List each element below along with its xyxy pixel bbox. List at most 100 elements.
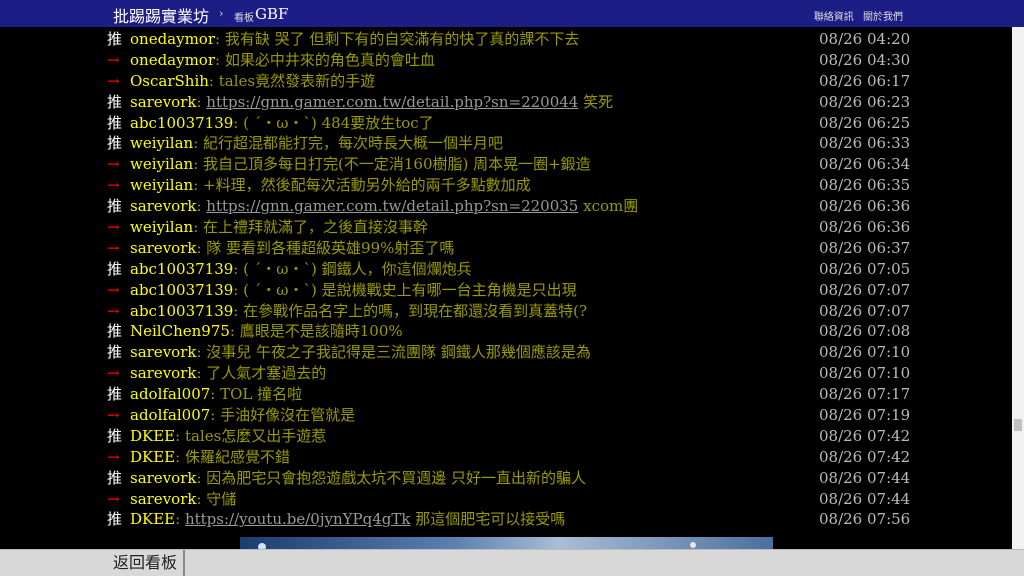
bottom-bar: 返回看板	[0, 549, 1024, 576]
push-tag-good: 推	[107, 197, 123, 216]
push-body: sarevork: 因為肥宅只會抱怨遊戲太坑不買週邊 只好一直出新的騙人	[130, 468, 586, 489]
push-timestamp: 08/26 06:25	[819, 113, 911, 132]
push-list: 推 onedaymor: 我有缺 哭了 但剩下有的自突滿有的快了真的課不下去 08/…	[0, 29, 1010, 530]
push-tag-arrow: →	[107, 71, 120, 90]
push-timestamp: 08/26 06:33	[819, 134, 911, 153]
push-body: sarevork: 了人氣才塞過去的	[130, 363, 326, 384]
push-row: 推 weiyilan: 紀行超混都能打完，每次時長大概一個半月吧 08/26 06:…	[0, 133, 1010, 154]
push-content: : tales竟然發表新的手遊	[209, 72, 375, 90]
push-user-id: DKEE	[130, 510, 176, 529]
push-row: → weiyilan: +料理，然後配每次活動另外給的兩千多點數加成 08/26 0…	[0, 175, 1010, 196]
contact-link[interactable]: 聯絡資訊	[814, 12, 854, 23]
push-body: sarevork: 隊 要看到各種超級英雄99%射歪了嗎	[130, 238, 454, 259]
push-tag-arrow: →	[107, 280, 120, 299]
push-text: : tales竟然發表新的手遊	[208, 71, 376, 90]
scrollbar-thumb[interactable]	[1014, 419, 1022, 431]
push-row: → weiyilan: 在上禮拜就滿了，之後直接沒事幹 08/26 06:36	[0, 217, 1010, 238]
push-content: : https://gnn.gamer.com.tw/detail.php?sn…	[196, 197, 638, 215]
push-timestamp: 08/26 06:36	[819, 197, 911, 216]
push-content: : https://youtu.be/0jynYPq4gTk 那這個肥宅可以接受…	[175, 510, 565, 528]
push-tag-arrow: →	[107, 447, 120, 466]
push-text: : 侏羅紀感覺不錯	[175, 447, 290, 466]
push-tag-good: 推	[107, 426, 123, 445]
scrollbar[interactable]	[1012, 27, 1024, 549]
push-row: 推 sarevork: 因為肥宅只會抱怨遊戲太坑不買週邊 只好一直出新的騙人 08/…	[0, 468, 1010, 489]
push-body: OscarShih: tales竟然發表新的手遊	[130, 71, 375, 92]
push-content: : TOL 撞名啦	[210, 385, 302, 403]
push-user-id: weiyilan	[130, 155, 194, 174]
push-body: sarevork: 沒事兒 午夜之子我記得是三流團隊 鋼鐵人那幾個應該是為	[130, 342, 591, 363]
push-text: : 了人氣才塞過去的	[196, 364, 327, 383]
push-row: → sarevork: 隊 要看到各種超級英雄99%射歪了嗎 08/26 06:37	[0, 238, 1010, 259]
push-tag-good: 推	[107, 468, 123, 487]
push-timestamp: 08/26 07:42	[819, 447, 911, 466]
board-label: 看板	[234, 13, 254, 24]
push-tag-good: 推	[107, 385, 123, 404]
push-content: : 守儲	[196, 490, 236, 508]
push-content: : 如果必中井來的角色真的會吐血	[215, 51, 435, 69]
push-user-id: weiyilan	[130, 134, 194, 153]
push-user-id: OscarShih	[130, 71, 209, 90]
push-row: → abc10037139: ( ˊ・ω・ˋ) 是說機戰史上有哪一台主角機是只出現…	[0, 280, 1010, 301]
push-body: abc10037139: 在參戰作品名字上的嗎，到現在都還沒看到真蓋特(?	[130, 301, 587, 322]
breadcrumb-separator: ›	[219, 7, 224, 20]
push-text: : 紀行超混都能打完，每次時長大概一個半月吧	[193, 134, 504, 153]
push-row: 推 sarevork: https://gnn.gamer.com.tw/deta…	[0, 92, 1010, 113]
push-user-id: sarevork	[130, 468, 197, 487]
push-text-after-link: 笑死	[578, 92, 614, 111]
push-text: : ( ˊ・ω・ˋ) 是說機戰史上有哪一台主角機是只出現	[233, 280, 577, 299]
push-tag-arrow: →	[107, 176, 120, 195]
push-body: sarevork: 守儲	[130, 489, 236, 510]
push-link[interactable]: https://gnn.gamer.com.tw/detail.php?sn=2…	[206, 93, 578, 111]
push-timestamp: 08/26 06:34	[819, 155, 911, 174]
push-link[interactable]: https://gnn.gamer.com.tw/detail.php?sn=2…	[206, 197, 578, 215]
push-user-id: DKEE	[130, 426, 176, 445]
push-timestamp: 08/26 07:42	[819, 426, 911, 445]
push-text: : 隊 要看到各種超級英雄99%射歪了嗎	[196, 238, 455, 257]
push-row: → DKEE: 侏羅紀感覺不錯 08/26 07:42	[0, 447, 1010, 468]
push-content: : ( ˊ・ω・ˋ) 是說機戰史上有哪一台主角機是只出現	[233, 281, 576, 299]
push-user-id: weiyilan	[130, 176, 194, 195]
push-content: : 在參戰作品名字上的嗎，到現在都還沒看到真蓋特(?	[233, 302, 587, 320]
push-text: : 手油好像沒在管就是	[210, 406, 356, 425]
push-text: : 守儲	[196, 489, 237, 508]
site-title-link[interactable]: 批踢踢實業坊	[113, 3, 209, 27]
push-text: : 鷹眼是不是該隨時100%	[229, 322, 403, 341]
push-link[interactable]: https://youtu.be/0jynYPq4gTk	[185, 510, 411, 528]
push-content: : 因為肥宅只會抱怨遊戲太坑不買週邊 只好一直出新的騙人	[196, 469, 586, 487]
push-text: : 在參戰作品名字上的嗎，到現在都還沒看到真蓋特(?	[233, 301, 588, 320]
top-bar: 批踢踢實業坊 › 看板 GBF 聯絡資訊 關於我們	[0, 0, 1024, 27]
push-row: → adolfal007: 手油好像沒在管就是 08/26 07:19	[0, 405, 1010, 426]
push-text: : ( ˊ・ω・ˋ) 鋼鐵人，你這個爛炮兵	[233, 259, 472, 278]
push-timestamp: 08/26 07:56	[819, 510, 911, 529]
push-timestamp: 08/26 06:17	[819, 71, 911, 90]
push-user-id: weiyilan	[130, 218, 194, 237]
push-user-id: adolfal007	[130, 385, 211, 404]
header-links: 聯絡資訊 關於我們	[808, 8, 903, 23]
push-tag-arrow: →	[107, 489, 120, 508]
push-content: : 沒事兒 午夜之子我記得是三流團隊 鋼鐵人那幾個應該是為	[196, 343, 590, 361]
push-row: 推 adolfal007: TOL 撞名啦 08/26 07:17	[0, 384, 1010, 405]
push-timestamp: 08/26 06:35	[819, 176, 911, 195]
push-body: sarevork: https://gnn.gamer.com.tw/detai…	[130, 92, 613, 113]
push-text: : 沒事兒 午夜之子我記得是三流團隊 鋼鐵人那幾個應該是為	[196, 343, 591, 362]
push-body: DKEE: 侏羅紀感覺不錯	[130, 447, 290, 468]
push-content: : 手油好像沒在管就是	[210, 406, 355, 424]
push-tag-arrow: →	[107, 218, 120, 237]
push-content: : 侏羅紀感覺不錯	[175, 448, 290, 466]
back-to-board-button[interactable]: 返回看板	[107, 550, 185, 576]
push-user-id: sarevork	[130, 489, 197, 508]
about-link[interactable]: 關於我們	[863, 12, 903, 23]
board-name-link[interactable]: GBF	[255, 5, 288, 23]
push-tag-arrow: →	[107, 50, 120, 69]
push-text: : ( ˊ・ω・ˋ) 484要放生toc了	[233, 113, 434, 132]
push-user-id: DKEE	[130, 447, 176, 466]
push-content: : ( ˊ・ω・ˋ) 鋼鐵人，你這個爛炮兵	[233, 260, 471, 278]
push-content: : +料理，然後配每次活動另外給的兩千多點數加成	[193, 176, 530, 194]
push-body: adolfal007: 手油好像沒在管就是	[130, 405, 355, 426]
push-timestamp: 08/26 07:44	[819, 489, 911, 508]
push-tag-good: 推	[107, 322, 123, 341]
push-timestamp: 08/26 07:10	[819, 343, 911, 362]
push-tag-arrow: →	[107, 238, 120, 257]
push-user-id: abc10037139	[130, 301, 234, 320]
